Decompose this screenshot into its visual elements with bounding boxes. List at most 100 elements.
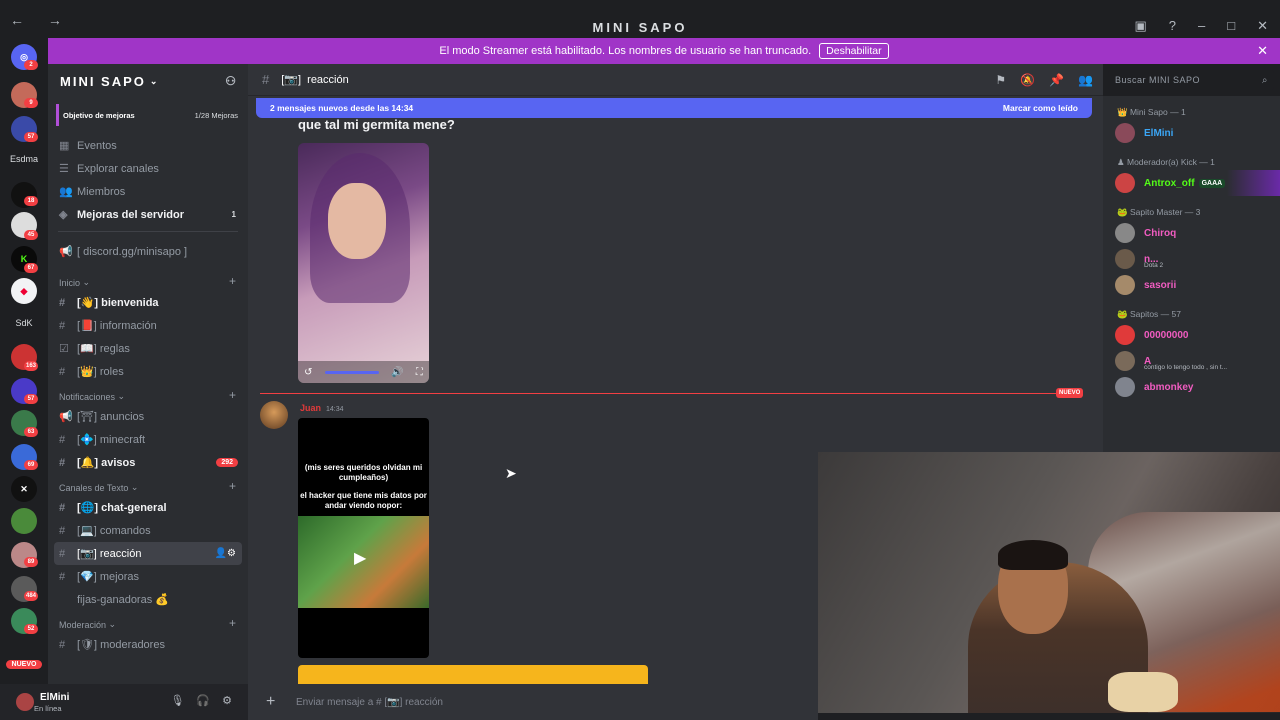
sidebar-item-events[interactable]: ▦ Eventos [48, 134, 248, 157]
member-row[interactable]: Chiroq [1103, 220, 1280, 246]
minimize-icon[interactable]: – [1198, 18, 1205, 34]
add-channel-icon[interactable]: + [229, 388, 236, 402]
fullscreen-icon[interactable]: ⛶ [416, 367, 423, 378]
member-row[interactable]: abmonkey [1103, 374, 1280, 400]
channel-minecraft[interactable]: # [💠] minecraft [48, 428, 248, 451]
server-icon[interactable] [11, 508, 37, 534]
close-banner-icon[interactable]: ✕ [1257, 43, 1268, 59]
member-row[interactable]: Antrox_off GAAA [1103, 170, 1280, 196]
new-messages-bar[interactable]: 2 mensajes nuevos desde las 14:34 Marcar … [256, 98, 1092, 118]
member-row[interactable]: ElMini [1103, 120, 1280, 146]
message-text: que tal mi germita mene? [298, 117, 455, 132]
pin-icon[interactable]: 📌 [1049, 73, 1064, 87]
channel-settings-icon[interactable]: 👤⚙ [215, 548, 236, 559]
channel-moderadores[interactable]: # [🛡] moderadores [48, 633, 248, 656]
server-folder-label[interactable]: SdK [0, 318, 48, 328]
search-input[interactable]: Buscar MINI SAPO ⌕ [1108, 70, 1274, 90]
avatar[interactable] [260, 401, 288, 429]
channel-bienvenida[interactable]: # [👋] bienvenida [48, 291, 248, 314]
channel-avisos[interactable]: # [🔔] avisos 292 [48, 451, 248, 474]
category-moderacion[interactable]: Moderación ⌄ + [48, 611, 248, 633]
add-channel-icon[interactable]: + [229, 479, 236, 493]
sidebar-item-boosts[interactable]: ◈ Mejoras del servidor 1 [48, 203, 248, 226]
server-header[interactable]: MINI SAPO ⌄ ⚇ [48, 64, 248, 98]
member-row[interactable]: Acontigo lo tengo todo , sin t... [1103, 348, 1280, 374]
member-group-title: 🐸 Sapito Master — 3 [1117, 206, 1201, 218]
category-label: Notificaciones [59, 392, 116, 402]
window-controls[interactable]: ▣? – □ ✕ [1134, 18, 1280, 34]
maximize-icon[interactable]: □ [1227, 18, 1235, 34]
message-composer[interactable]: + Enviar mensaje a # [📷] reacción [248, 684, 818, 720]
hash-icon: # [59, 547, 66, 560]
hash-icon: # [59, 501, 66, 514]
avatar [1115, 173, 1135, 193]
hash-icon: # [59, 296, 66, 309]
channel-anuncios[interactable]: 📢 [⛩] anuncios [48, 405, 248, 428]
channel-roles[interactable]: # [👑] roles [48, 360, 248, 383]
channel-informacion[interactable]: # [📕] información [48, 314, 248, 337]
close-window-icon[interactable]: ✕ [1257, 18, 1268, 34]
message-author[interactable]: Juan 14:34 [300, 403, 344, 413]
boost-count: 1 [231, 210, 236, 219]
hash-icon: # [59, 433, 66, 446]
member-row[interactable]: sasorii [1103, 272, 1280, 298]
add-attachment-icon[interactable]: + [266, 693, 296, 711]
channel-reglas[interactable]: ☑ [📖] reglas [48, 337, 248, 360]
channel-invite[interactable]: 📢 [ discord.gg/minisapo ] [48, 240, 248, 263]
threads-icon[interactable]: ⚑ [995, 73, 1006, 87]
server-icon[interactable]: ✕ [11, 476, 37, 502]
channel-reaccion[interactable]: # [📷] reacción 👤⚙ [54, 542, 242, 565]
disable-streamer-button[interactable]: Deshabilitar [819, 43, 889, 59]
channel-comandos[interactable]: # [💻] comandos [48, 519, 248, 542]
sidebar-item-members[interactable]: 👥 Miembros [48, 180, 248, 203]
progress-bar[interactable] [324, 370, 379, 374]
category-texto[interactable]: Canales de Texto ⌄ + [48, 474, 248, 496]
avatar[interactable] [16, 693, 34, 711]
message-timestamp: 14:34 [326, 406, 344, 413]
server-badge: 89 [24, 557, 38, 567]
gear-icon[interactable]: ⚙ [222, 694, 232, 707]
server-icon[interactable]: ◆ [11, 278, 37, 304]
channel-fijas-ganadoras[interactable]: fijas-ganadoras 💰 [48, 588, 248, 611]
channel-chat-general[interactable]: # [🌐] chat-general [48, 496, 248, 519]
invite-icon[interactable]: ⚇ [225, 74, 238, 88]
video-attachment[interactable]: (mis seres queridos olvidan mi cumpleaño… [298, 418, 429, 658]
member-name: sasorii [1144, 279, 1177, 291]
category-notificaciones[interactable]: Notificaciones ⌄ + [48, 383, 248, 405]
avatar [1115, 123, 1135, 143]
message-input[interactable]: Enviar mensaje a # [📷] reacción [296, 697, 443, 708]
boost-goal-count: 1/28 Mejoras [194, 110, 238, 120]
group-label: Sapitos — 57 [1129, 309, 1181, 319]
channel-label: chat-general [101, 501, 167, 514]
category-label: Canales de Texto [59, 483, 129, 493]
group-label: Moderador(a) Kick — 1 [1126, 157, 1215, 167]
add-channel-icon[interactable]: + [229, 616, 236, 630]
new-servers-label[interactable]: NUEVO [6, 660, 42, 669]
embed-preview[interactable] [298, 665, 648, 684]
channel-title: [📷] reacción [281, 74, 349, 86]
headphones-icon[interactable]: 🎧 [196, 694, 210, 707]
video-attachment[interactable]: ↺ 🔊 ⛶ [298, 143, 429, 383]
microphone-icon[interactable]: 🎙 [170, 694, 184, 707]
channel-label: información [99, 319, 157, 332]
member-row[interactable]: 00000000 [1103, 322, 1280, 348]
category-inicio[interactable]: Inicio ⌄ + [48, 269, 248, 291]
channel-mejoras[interactable]: # [💎] mejoras [48, 565, 248, 588]
channel-header: # [📷] reacción ⚑ 🔕 📌 👥 [248, 64, 1103, 96]
search-placeholder: Buscar MINI SAPO [1115, 75, 1201, 85]
play-icon[interactable]: ▶ [354, 548, 366, 568]
volume-icon[interactable]: 🔊 [391, 367, 403, 378]
replay-icon[interactable]: ↺ [304, 367, 312, 378]
member-list-icon[interactable]: 👥 [1078, 73, 1093, 87]
add-channel-icon[interactable]: + [229, 274, 236, 288]
mark-as-read-button[interactable]: Marcar como leído [1003, 103, 1078, 113]
help-icon[interactable]: ? [1169, 18, 1176, 34]
notification-bell-icon[interactable]: 🔕 [1020, 73, 1035, 87]
server-folder-label[interactable]: Esdma [0, 154, 48, 164]
member-row[interactable]: n... Dota 2 [1103, 246, 1280, 272]
inbox-icon[interactable]: ▣ [1134, 18, 1146, 34]
boost-goal[interactable]: Objetivo de mejoras 1/28 Mejoras [56, 104, 242, 126]
user-info[interactable]: ElMini En línea [34, 692, 69, 713]
sidebar-item-browse[interactable]: ☰ Explorar canales [48, 157, 248, 180]
member-name: ElMini [1144, 127, 1174, 139]
